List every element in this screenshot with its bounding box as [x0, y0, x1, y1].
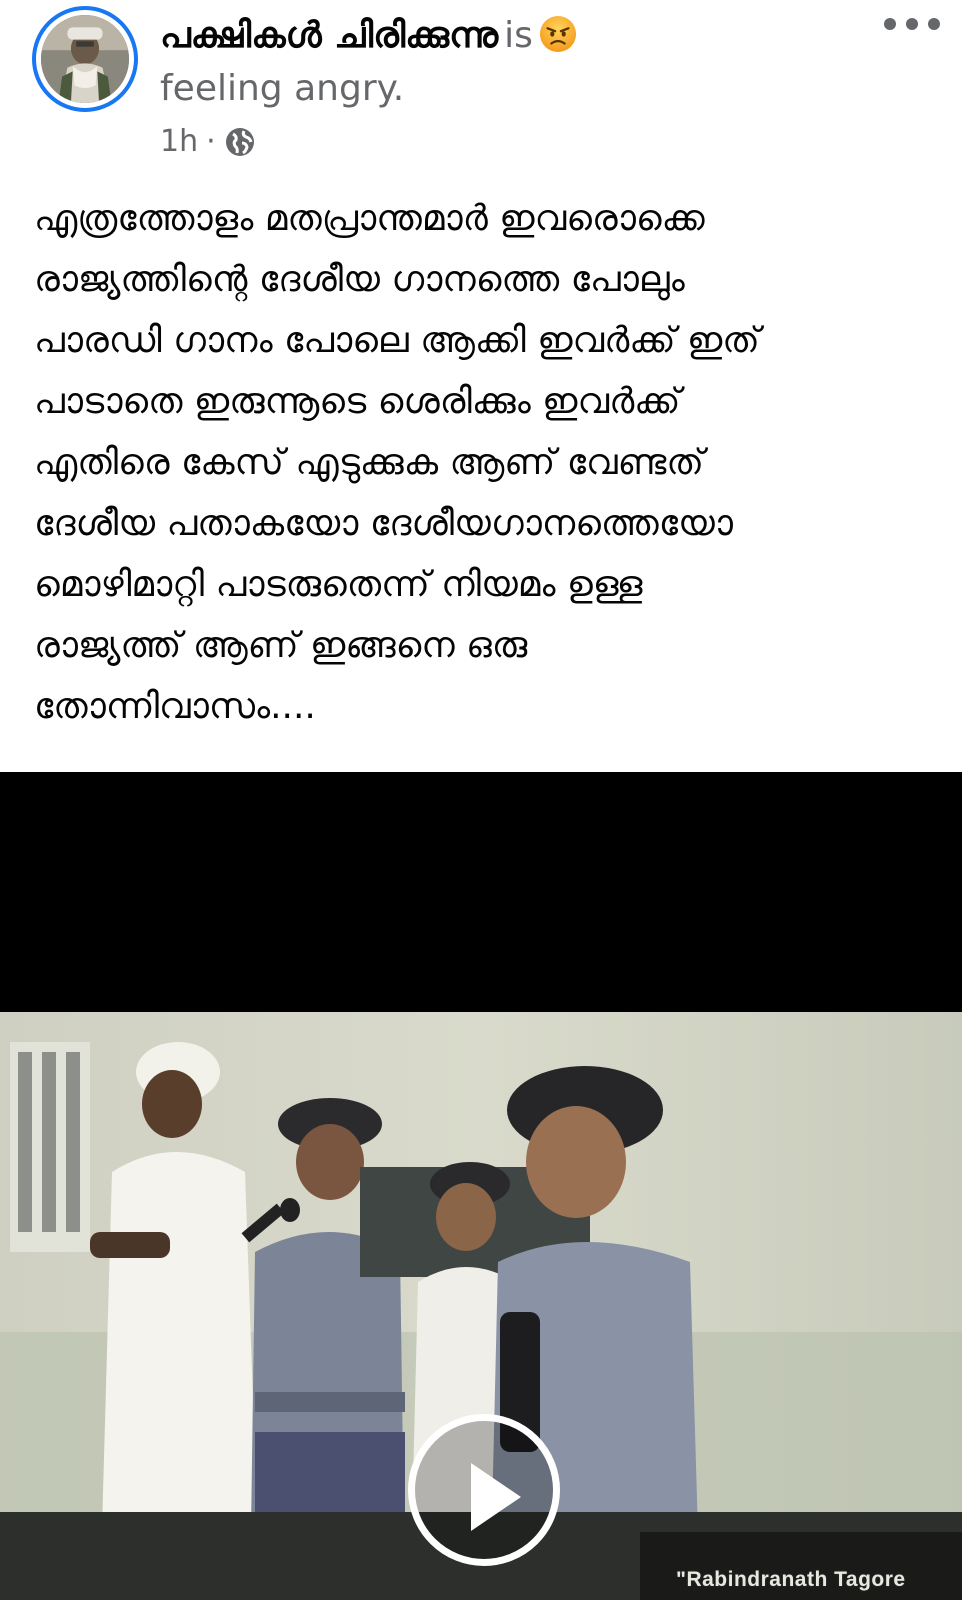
post-meta: 1h ·: [160, 122, 256, 162]
is-word: is: [504, 15, 533, 56]
post-time[interactable]: 1h: [160, 122, 198, 162]
feeling-text: feeling angry.: [160, 68, 405, 109]
angry-face-emoji-icon: [539, 15, 577, 53]
more-options-icon[interactable]: [884, 12, 940, 36]
video-caption: "Rabindranath Tagore: [676, 1568, 906, 1591]
meta-separator: ·: [206, 124, 216, 159]
play-icon[interactable]: [408, 1414, 560, 1566]
more-dot: [906, 18, 918, 30]
play-triangle: [471, 1463, 521, 1531]
more-dot: [928, 18, 940, 30]
avatar-image: [41, 15, 129, 103]
author-name[interactable]: പക്ഷികൾ ചിരിക്കുന്നു: [160, 15, 498, 56]
author-line: പക്ഷികൾ ചിരിക്കുന്നു is: [160, 12, 577, 60]
video-player[interactable]: "Rabindranath Tagore: [0, 772, 962, 1600]
globe-icon[interactable]: [224, 126, 256, 158]
more-dot: [884, 18, 896, 30]
post-header: പക്ഷികൾ ചിരിക്കുന്നു is feeling angry. 1h…: [0, 0, 962, 180]
post-body-text: എത്രത്തോളം മതപ്രാന്തമാർ ഇവരൊക്കെ രാജ്യത്…: [34, 198, 760, 727]
author-avatar[interactable]: [32, 6, 138, 112]
